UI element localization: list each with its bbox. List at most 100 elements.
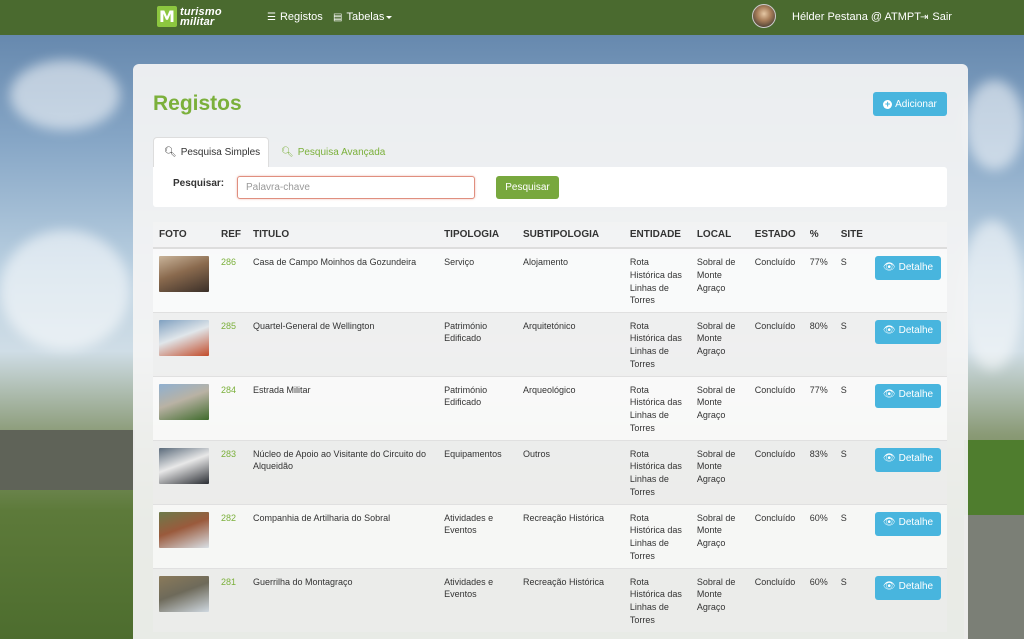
- eye-icon: 👁︎: [882, 261, 896, 273]
- header-estado[interactable]: ESTADO: [748, 222, 804, 249]
- cell-local: Sobral de Monte Agraço: [690, 567, 749, 632]
- search-label: Pesquisar:: [173, 178, 225, 189]
- cell-tipologia: Património Edificado: [438, 375, 517, 440]
- ref-link[interactable]: 285: [221, 321, 236, 331]
- user-name-label: Hélder Pestana @ ATMPT: [792, 11, 921, 23]
- cell-site: S: [834, 247, 869, 312]
- ref-link[interactable]: 286: [221, 257, 236, 267]
- tab-simple-label: Pesquisa Simples: [180, 147, 261, 158]
- cell-percent: 77%: [803, 247, 835, 312]
- nav-registos[interactable]: ☰ Registos: [267, 11, 323, 23]
- logout-link[interactable]: ⇥ Sair: [920, 11, 952, 23]
- user-name[interactable]: Hélder Pestana @ ATMPT: [792, 11, 921, 23]
- detail-button[interactable]: 👁︎ Detalhe: [875, 447, 941, 472]
- search-button[interactable]: Pesquisar: [496, 176, 559, 199]
- cell-site: S: [834, 311, 869, 376]
- user-avatar[interactable]: [752, 4, 776, 28]
- cell-actions: 👁︎ Detalhe: [869, 375, 947, 440]
- cell-tipologia: Serviço: [438, 247, 517, 312]
- eye-icon: 👁︎: [882, 517, 896, 529]
- cell-estado: Concluído: [748, 375, 804, 440]
- cell-titulo: Casa de Campo Moinhos da Gozundeira: [247, 247, 439, 312]
- detail-button[interactable]: 👁︎ Detalhe: [875, 511, 941, 536]
- cell-actions: 👁︎ Detalhe: [869, 439, 947, 504]
- cell-foto: [153, 311, 215, 376]
- table-row: 281 Guerrilha do Montagraço Atividades e E…: [153, 567, 947, 632]
- search-input[interactable]: [237, 176, 475, 199]
- cell-site: S: [834, 439, 869, 504]
- nav-tabelas-dropdown[interactable]: ▤ Tabelas: [333, 11, 393, 23]
- top-navbar: M turismo militar ☰ Registos ▤ Tabelas H…: [0, 0, 1024, 35]
- cell-tipologia: Atividades e Eventos: [438, 567, 517, 632]
- record-photo[interactable]: [159, 319, 209, 356]
- page-title: Registos: [153, 92, 242, 115]
- record-photo[interactable]: [159, 575, 209, 612]
- eye-icon: 👁︎: [882, 453, 896, 465]
- detail-button-label: Detalhe: [898, 453, 934, 465]
- background-grass: [964, 440, 1024, 520]
- cell-percent: 83%: [803, 439, 835, 504]
- record-photo[interactable]: [159, 256, 209, 292]
- cell-actions: 👁︎ Detalhe: [869, 311, 947, 376]
- search-form: Pesquisar: Pesquisar: [153, 167, 947, 207]
- detail-button-label: Detalhe: [898, 517, 934, 529]
- cell-actions: 👁︎ Detalhe: [869, 503, 947, 568]
- record-photo[interactable]: [159, 511, 209, 548]
- record-photo[interactable]: [159, 383, 209, 420]
- cell-percent: 80%: [803, 311, 835, 376]
- eye-icon: 👁︎: [882, 581, 896, 593]
- record-photo[interactable]: [159, 447, 209, 484]
- eye-icon: 👁︎: [882, 389, 896, 401]
- detail-button[interactable]: 👁︎ Detalhe: [875, 256, 941, 280]
- logout-icon: ⇥: [920, 11, 929, 23]
- cell-entidade: Rota Histórica das Linhas de Torres: [623, 439, 691, 504]
- ref-link[interactable]: 283: [221, 449, 236, 459]
- list-icon: ☰: [267, 11, 276, 23]
- cell-ref: 281: [215, 567, 247, 632]
- header-site[interactable]: SITE: [834, 222, 869, 249]
- detail-button-label: Detalhe: [898, 325, 934, 337]
- header-ref[interactable]: REF: [215, 222, 247, 249]
- cell-site: S: [834, 375, 869, 440]
- detail-button[interactable]: 👁︎ Detalhe: [875, 319, 941, 344]
- cell-ref: 284: [215, 375, 247, 440]
- cell-subtipologia: Outros: [517, 439, 624, 504]
- ref-link[interactable]: 281: [221, 577, 236, 587]
- logout-label: Sair: [932, 11, 952, 23]
- brand-line-1: turismo: [180, 5, 222, 18]
- cell-subtipologia: Arqueológico: [517, 375, 624, 440]
- tab-simple-search[interactable]: 🔍︎ Pesquisa Simples: [153, 137, 269, 167]
- search-icon: 🔍︎: [281, 146, 294, 158]
- add-button[interactable]: + Adicionar: [873, 92, 947, 116]
- cell-entidade: Rota Histórica das Linhas de Torres: [623, 567, 691, 632]
- header-subtipologia[interactable]: SUBTIPOLOGIA: [517, 222, 624, 249]
- cell-entidade: Rota Histórica das Linhas de Torres: [623, 503, 691, 568]
- tab-advanced-search[interactable]: 🔍︎ Pesquisa Avançada: [271, 137, 395, 167]
- nav-registos-label: Registos: [279, 11, 323, 23]
- header-entidade[interactable]: ENTIDADE: [623, 222, 691, 249]
- cell-subtipologia: Recreação Histórica: [517, 503, 624, 568]
- cell-estado: Concluído: [748, 247, 804, 312]
- cell-percent: 77%: [803, 375, 835, 440]
- ref-link[interactable]: 284: [221, 385, 236, 395]
- header-percent[interactable]: %: [803, 222, 835, 249]
- table-row: 284 Estrada Militar Património Edificado Ar…: [153, 375, 947, 440]
- cell-estado: Concluído: [748, 503, 804, 568]
- cell-local: Sobral de Monte Agraço: [690, 247, 749, 312]
- header-foto[interactable]: FOTO: [153, 222, 215, 249]
- header-titulo[interactable]: TITULO: [247, 222, 439, 249]
- ref-link[interactable]: 282: [221, 513, 236, 523]
- brand-logo[interactable]: M turismo militar: [157, 6, 222, 27]
- cell-local: Sobral de Monte Agraço: [690, 503, 749, 568]
- detail-button[interactable]: 👁︎ Detalhe: [875, 383, 941, 408]
- header-actions: [869, 222, 947, 249]
- detail-button-label: Detalhe: [898, 261, 934, 273]
- header-local[interactable]: LOCAL: [690, 222, 749, 249]
- cell-estado: Concluído: [748, 439, 804, 504]
- cell-titulo: Companhia de Artilharia do Sobral: [247, 503, 439, 568]
- detail-button-label: Detalhe: [898, 389, 934, 401]
- cell-subtipologia: Alojamento: [517, 247, 624, 312]
- logo-icon: M: [157, 6, 177, 27]
- detail-button[interactable]: 👁︎ Detalhe: [875, 575, 941, 600]
- header-tipologia[interactable]: TIPOLOGIA: [438, 222, 517, 249]
